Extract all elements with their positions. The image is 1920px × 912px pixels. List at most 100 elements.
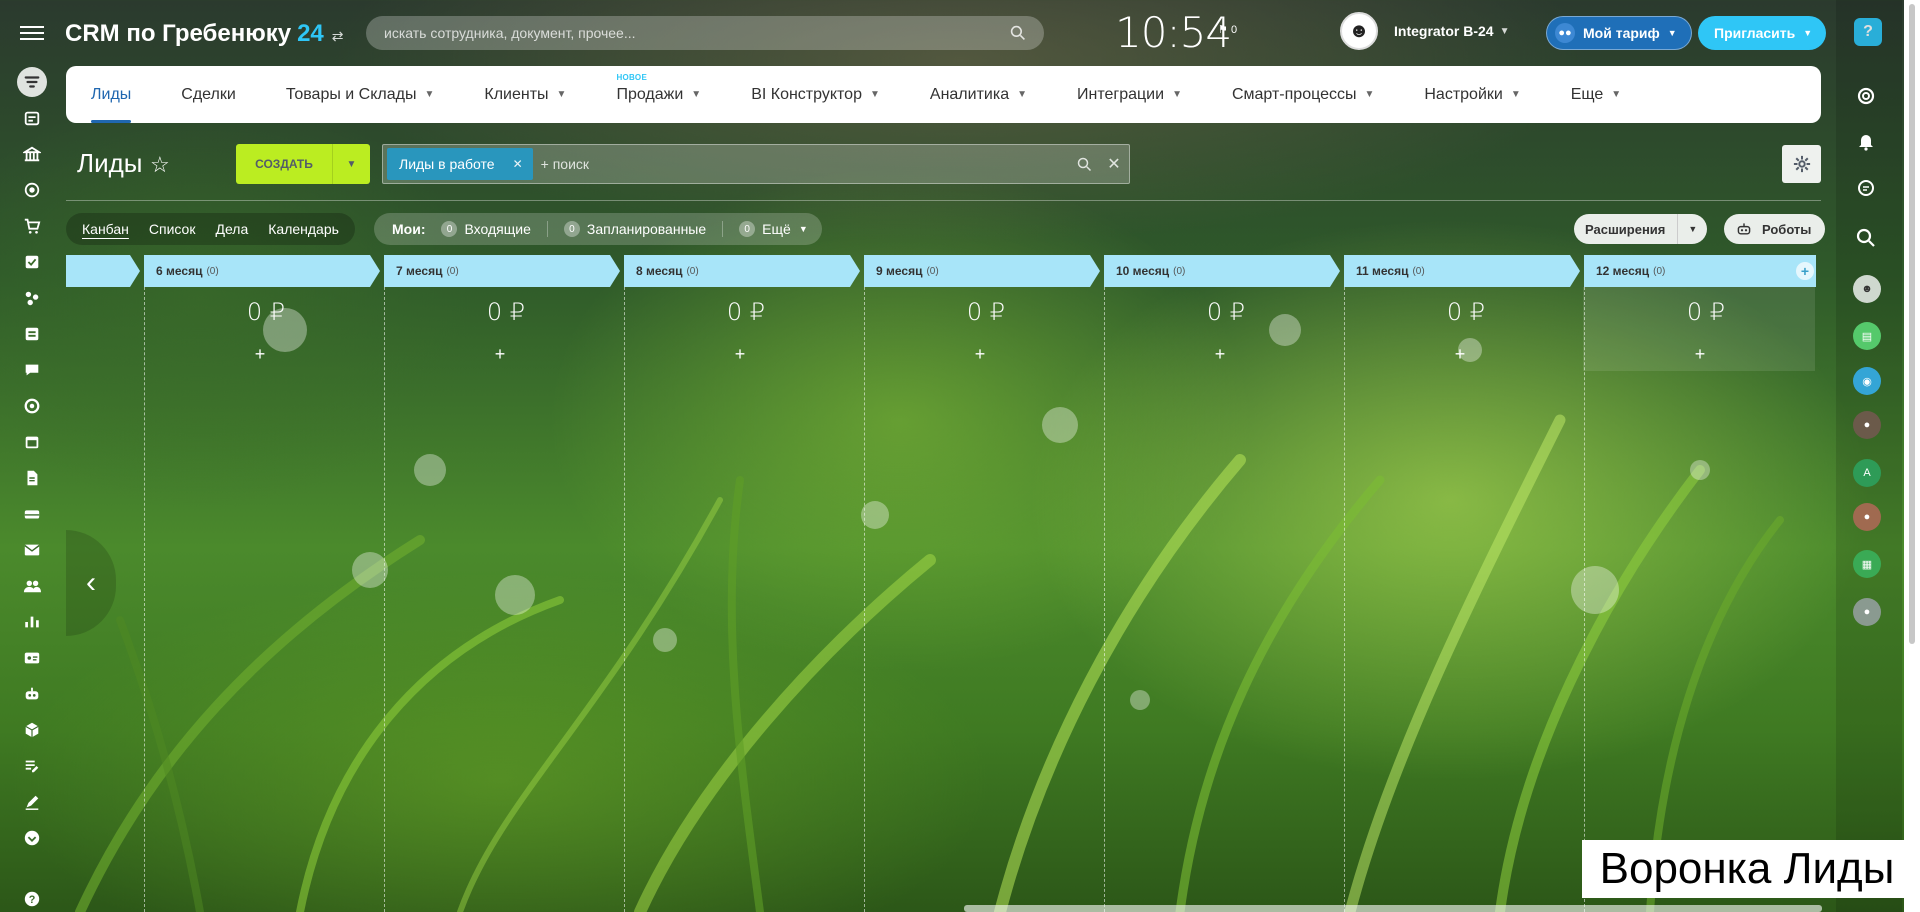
- view-tab[interactable]: Дела: [205, 213, 258, 245]
- quick-add-button[interactable]: +: [380, 344, 620, 365]
- stage-header[interactable]: 10 месяц (0): [1104, 255, 1340, 287]
- add-stage-button[interactable]: +: [1796, 262, 1814, 280]
- horizontal-scrollbar[interactable]: [964, 905, 1822, 912]
- box-icon[interactable]: [17, 715, 47, 745]
- extensions-button[interactable]: Расширения ▼: [1574, 214, 1708, 244]
- search-icon[interactable]: [1010, 25, 1026, 41]
- stage-header[interactable]: 9 месяц (0): [864, 255, 1100, 287]
- nav-item[interactable]: Интеграции ▼: [1077, 66, 1182, 123]
- stage-header[interactable]: 6 месяц (0): [144, 255, 380, 287]
- user-menu[interactable]: ☻ Integrator B-24 ▼: [1340, 12, 1509, 50]
- pen-icon[interactable]: [17, 787, 47, 817]
- crm-icon[interactable]: [17, 283, 47, 313]
- view-tab[interactable]: Календарь: [258, 213, 349, 245]
- stage-header[interactable]: 11 месяц (0): [1344, 255, 1580, 287]
- avatar[interactable]: ●: [1853, 598, 1881, 626]
- create-button[interactable]: СОЗДАТЬ ▼: [236, 144, 370, 184]
- checkbox-icon[interactable]: [17, 247, 47, 277]
- more-down-icon[interactable]: [17, 823, 47, 853]
- messenger-icon[interactable]: [1850, 172, 1882, 204]
- search-icon[interactable]: [1069, 157, 1099, 172]
- stage-sum: 0 ₽: [1686, 298, 1726, 326]
- nav-item[interactable]: НОВОЕ Продажи ▼: [616, 66, 701, 123]
- calendar-tasks-icon[interactable]: [17, 103, 47, 133]
- nav-item[interactable]: Настройки ▼: [1424, 66, 1520, 123]
- search-icon[interactable]: [1850, 222, 1882, 254]
- view-tab[interactable]: Список: [139, 213, 206, 245]
- quick-add-button[interactable]: +: [860, 344, 1100, 365]
- analytics-icon[interactable]: [17, 607, 47, 637]
- menu-icon[interactable]: [20, 22, 44, 42]
- filter-icon[interactable]: [17, 67, 47, 97]
- scrollbar-thumb[interactable]: [1909, 4, 1915, 644]
- nav-item[interactable]: BI Конструктор ▼: [751, 66, 880, 123]
- work-day-flag[interactable]: ⚑ 0: [1218, 23, 1237, 36]
- drive-icon[interactable]: [17, 499, 47, 529]
- nav-item[interactable]: Смарт-процессы ▼: [1232, 66, 1374, 123]
- avatar[interactable]: ☻: [1340, 12, 1378, 50]
- help-icon[interactable]: ?: [17, 884, 47, 912]
- quick-add-button[interactable]: +: [1100, 344, 1340, 365]
- avatar[interactable]: ●: [1853, 411, 1881, 439]
- nav-item-label: Продажи: [616, 85, 684, 103]
- tariff-button[interactable]: ●● Мой тариф ▼: [1546, 16, 1692, 50]
- bank-icon[interactable]: [17, 139, 47, 169]
- nav-item[interactable]: Лиды: [91, 66, 132, 123]
- nav-item[interactable]: Товары и Склады ▼: [286, 66, 435, 123]
- counter-planned[interactable]: 0 Запланированные: [563, 221, 724, 237]
- invite-button[interactable]: Пригласить ▼: [1698, 16, 1827, 50]
- star-icon[interactable]: ☆: [150, 152, 170, 178]
- bell-icon[interactable]: [1850, 125, 1882, 157]
- counter-incoming[interactable]: 0 Входящие: [441, 221, 548, 237]
- group-icon[interactable]: [17, 571, 47, 601]
- avatar[interactable]: ▦: [1853, 550, 1881, 578]
- global-search-input[interactable]: [384, 25, 1010, 41]
- id-card-icon[interactable]: [17, 643, 47, 673]
- create-dropdown-icon[interactable]: ▼: [332, 144, 370, 184]
- feed-icon[interactable]: [17, 319, 47, 349]
- avatar[interactable]: ☻: [1853, 275, 1881, 303]
- counter-more[interactable]: 0 Ещё ▼: [739, 221, 808, 237]
- target-icon[interactable]: [17, 175, 47, 205]
- nav-item[interactable]: Сделки: [181, 66, 236, 123]
- mail-icon[interactable]: [17, 535, 47, 565]
- filter-search-input[interactable]: [540, 156, 1069, 172]
- quick-add-button[interactable]: +: [1580, 344, 1820, 365]
- copilot-icon[interactable]: [1850, 80, 1882, 112]
- avatar[interactable]: ▤: [1853, 322, 1881, 350]
- nav-item[interactable]: Еще ▼: [1571, 66, 1621, 123]
- global-search[interactable]: [366, 16, 1044, 50]
- quick-add-button[interactable]: +: [620, 344, 860, 365]
- close-icon[interactable]: ✕: [513, 157, 523, 171]
- stage-header[interactable]: 8 месяц (0): [624, 255, 860, 287]
- vertical-scrollbar[interactable]: [1904, 0, 1920, 912]
- stage-previous[interactable]: [66, 255, 140, 287]
- nav-item[interactable]: Аналитика ▼: [930, 66, 1027, 123]
- settings-gear-button[interactable]: [1782, 145, 1821, 183]
- filter-chip[interactable]: Лиды в работе ✕: [387, 148, 533, 180]
- app-logo[interactable]: CRM по Гребенюку 24 ⇄: [65, 20, 344, 48]
- view-tab[interactable]: Канбан: [72, 213, 139, 245]
- stage-header[interactable]: 12 месяц (0): [1584, 255, 1816, 287]
- switch-portal-icon[interactable]: ⇄: [332, 28, 344, 44]
- cart-icon[interactable]: [17, 211, 47, 241]
- edit-list-icon[interactable]: [17, 751, 47, 781]
- filter-search[interactable]: Лиды в работе ✕ ✕: [382, 144, 1130, 184]
- quick-add-button[interactable]: +: [1340, 344, 1580, 365]
- calendar-icon[interactable]: [17, 427, 47, 457]
- document-icon[interactable]: [17, 463, 47, 493]
- avatar[interactable]: ●: [1853, 503, 1881, 531]
- stage-header[interactable]: 7 месяц (0): [384, 255, 620, 287]
- robot-icon[interactable]: [17, 679, 47, 709]
- quick-add-button[interactable]: +: [140, 344, 380, 365]
- chevron-down-icon[interactable]: ▼: [1677, 214, 1707, 244]
- clear-icon[interactable]: ✕: [1099, 154, 1129, 174]
- scroll-left-button[interactable]: ‹: [66, 530, 116, 636]
- chat-icon[interactable]: [17, 355, 47, 385]
- nav-item[interactable]: Клиенты ▼: [484, 66, 566, 123]
- shield-icon[interactable]: [17, 391, 47, 421]
- clock[interactable]: 10:54: [1115, 8, 1232, 57]
- avatar[interactable]: ◉: [1853, 367, 1881, 395]
- robots-button[interactable]: Роботы: [1724, 214, 1826, 244]
- avatar[interactable]: A: [1853, 459, 1881, 487]
